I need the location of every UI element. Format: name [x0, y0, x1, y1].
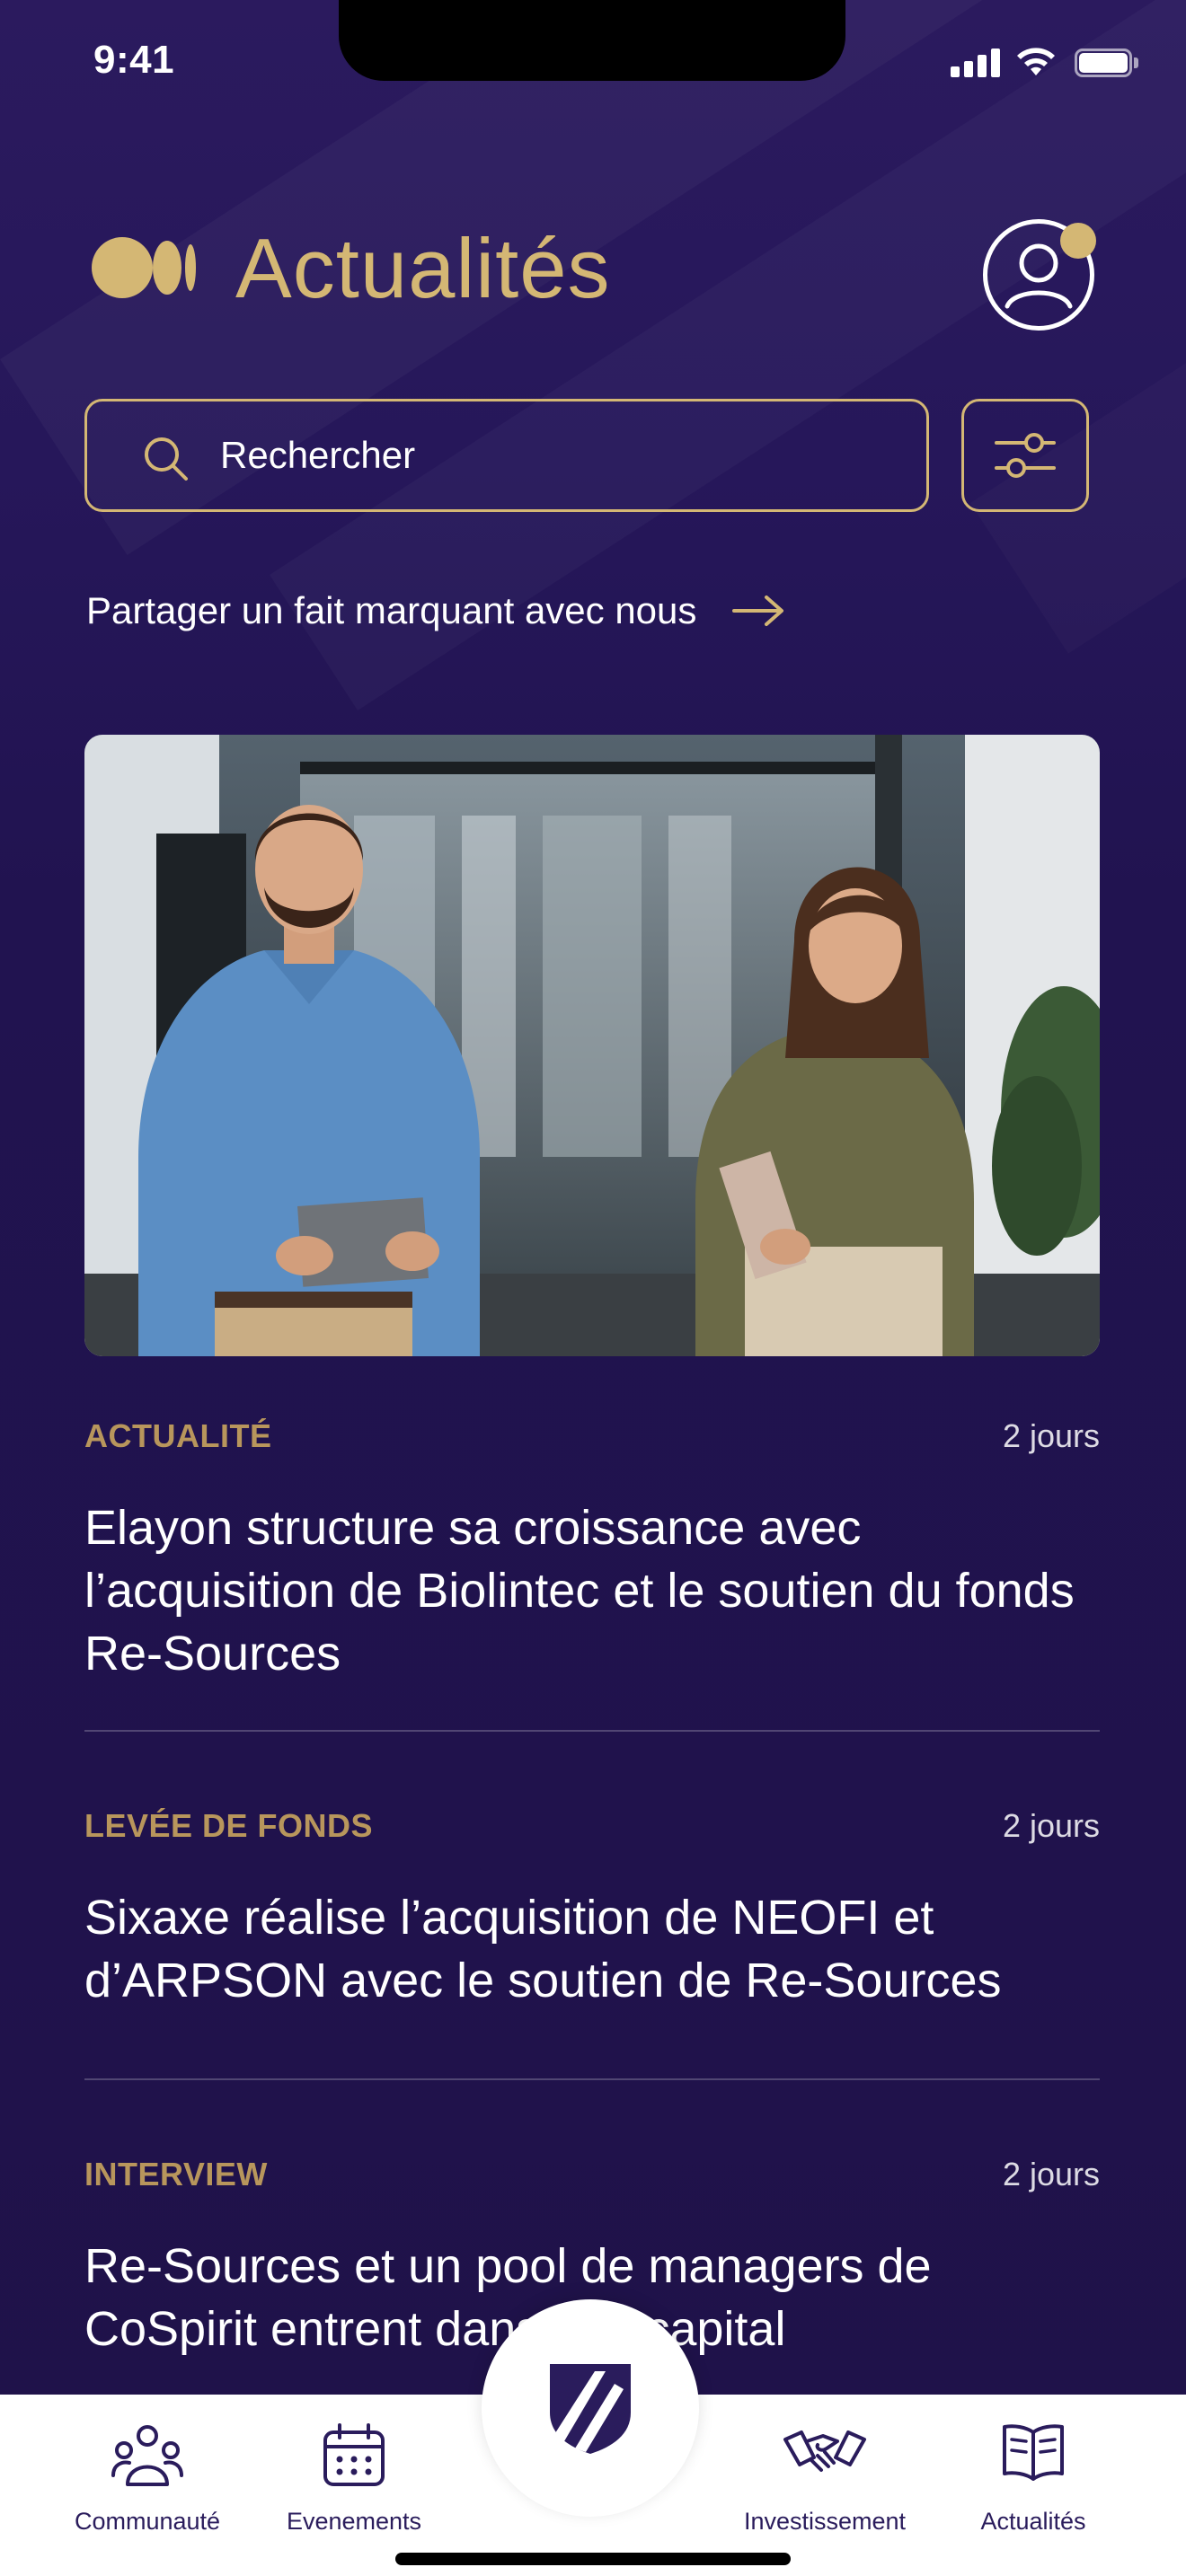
home-logo-button[interactable] [482, 2299, 699, 2517]
nav-label: Communauté [74, 2508, 221, 2535]
wifi-icon [1017, 48, 1055, 75]
calendar-icon [323, 2423, 385, 2486]
nav-label: Evenements [286, 2508, 422, 2535]
brand-logo-icon [92, 237, 196, 298]
device-notch [339, 0, 845, 81]
status-bar: 9:41 [0, 0, 1186, 135]
news-title: Elayon structure sa croissance avec l’ac… [84, 1501, 1075, 1681]
arrow-right-icon [732, 595, 784, 626]
share-highlight-link[interactable]: Partager un fait marquant avec nous [86, 575, 786, 647]
battery-icon [1075, 49, 1139, 77]
community-icon [111, 2425, 183, 2486]
nav-item-communaute[interactable]: Communauté [40, 2422, 255, 2538]
nav-item-actualites[interactable]: Actualités [925, 2422, 1141, 2538]
divider [84, 2078, 1100, 2080]
news-category: INTERVIEW [84, 2156, 268, 2192]
filter-button[interactable] [961, 399, 1089, 512]
search-input[interactable]: Rechercher [84, 399, 929, 512]
nav-label: Actualités [980, 2508, 1086, 2535]
news-time: 2 jours [1002, 1417, 1100, 1454]
news-title: Sixaxe réalise l’acquisition de NEOFI et… [84, 1891, 1002, 2007]
news-item[interactable]: LEVÉE DE FONDS 2 jours Sixaxe réalise l’… [84, 1807, 1100, 2014]
brand-shield-icon [550, 2364, 631, 2454]
divider [84, 1730, 1100, 1732]
status-time: 9:41 [93, 38, 175, 82]
search-placeholder: Rechercher [220, 434, 416, 476]
page-title: Actualités [235, 221, 611, 315]
notification-dot [1060, 223, 1096, 259]
news-category: ACTUALITÉ [84, 1417, 272, 1454]
news-time: 2 jours [1002, 2156, 1100, 2192]
news-hero-image[interactable] [84, 735, 1100, 1356]
news-screen: 9:41 Actualités Rechercher Partager un f… [0, 0, 1186, 2576]
signal-icon [951, 47, 1001, 77]
book-icon [1003, 2424, 1064, 2481]
team-photo-icon [84, 735, 1100, 1356]
nav-item-investissement[interactable]: Investissement [717, 2422, 933, 2538]
nav-label: Investissement [743, 2508, 907, 2535]
sliders-icon [995, 433, 1056, 478]
handshake-icon [783, 2430, 866, 2472]
news-time: 2 jours [1002, 1807, 1100, 1844]
home-indicator [395, 2553, 791, 2565]
search-icon [145, 437, 188, 481]
share-label: Partager un fait marquant avec nous [86, 589, 697, 631]
nav-item-evenements[interactable]: Evenements [246, 2422, 462, 2538]
news-item[interactable]: ACTUALITÉ 2 jours Elayon structure sa cr… [84, 1417, 1100, 1687]
news-category: LEVÉE DE FONDS [84, 1807, 374, 1844]
